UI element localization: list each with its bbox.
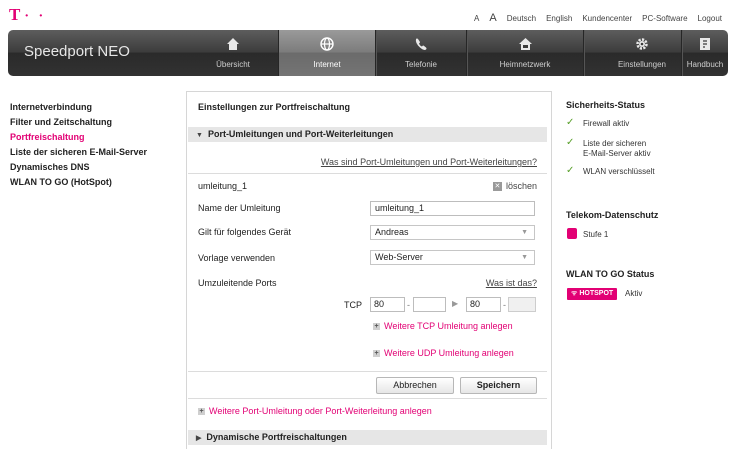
add-more-redirect-link[interactable]: + Weitere Port-Umleitung oder Port-Weiter… [198, 406, 432, 416]
cancel-button[interactable]: Abbrechen [376, 377, 454, 394]
tcp-from-start-input[interactable]: 80 [370, 297, 405, 312]
sidebar-item-filter[interactable]: Filter und Zeitschaltung [10, 115, 180, 130]
home-icon [188, 36, 278, 52]
font-size-large-link[interactable]: A [489, 12, 496, 24]
language-english-link[interactable]: English [546, 14, 572, 23]
house-network-icon [467, 36, 583, 52]
plus-icon: + [373, 322, 380, 330]
mail-status-line2: E-Mail-Server aktiv [583, 149, 651, 158]
privacy-heading: Telekom-Datenschutz [566, 210, 659, 220]
top-bar: T · · A A Deutsch English Kundencenter PC… [0, 0, 734, 28]
sidebar-item-internetverbindung[interactable]: Internetverbindung [10, 100, 180, 115]
privacy-level: Stufe 1 [583, 230, 609, 239]
check-icon: ✓ [566, 117, 575, 128]
language-german-link[interactable]: Deutsch [507, 14, 536, 23]
tcp-to-end-input[interactable] [508, 297, 536, 312]
template-label: Vorlage verwenden [198, 253, 276, 263]
manual-icon [682, 36, 728, 52]
add-udp-redirect-link[interactable]: + Weitere UDP Umleitung anlegen [373, 348, 514, 358]
nav-label: Übersicht [216, 60, 250, 69]
ports-label: Umzuleitende Ports [198, 278, 277, 288]
nav-label: Handbuch [686, 60, 724, 69]
help-port-redirects-link[interactable]: Was sind Port-Umleitungen und Port-Weite… [321, 157, 537, 167]
page-title: Einstellungen zur Portfreischaltung [198, 102, 351, 112]
mail-status-line1: Liste der sicheren [583, 139, 647, 148]
plus-icon: + [198, 407, 205, 415]
arrow-right-icon: ▶ [452, 299, 459, 308]
security-status-heading: Sicherheits-Status [566, 100, 646, 110]
nav-telefonie[interactable]: Telefonie [376, 30, 466, 76]
telekom-logo[interactable]: T · · [9, 6, 46, 25]
product-name: Speedport NEO [24, 43, 130, 60]
plus-icon: + [373, 349, 380, 357]
tcp-label: TCP [344, 300, 362, 310]
sidebar-item-email-server[interactable]: Liste der sicheren E-Mail-Server [10, 145, 180, 160]
nav-label: Heimnetzwerk [499, 60, 551, 69]
delete-entry-button[interactable]: ✕ löschen [492, 181, 537, 191]
tcp-from-end-input[interactable] [413, 297, 446, 312]
nav-heimnetzwerk[interactable]: Heimnetzwerk [467, 30, 583, 76]
device-select[interactable]: Andreas ▼ [370, 225, 535, 240]
nav-label: Einstellungen [617, 60, 667, 69]
save-button[interactable]: Speichern [460, 377, 537, 394]
sidebar: Internetverbindung Filter und Zeitschalt… [10, 100, 180, 190]
section-dynamic-ports[interactable]: ▶ Dynamische Portfreischaltungen [188, 430, 547, 445]
add-tcp-redirect-link[interactable]: + Weitere TCP Umleitung anlegen [373, 321, 513, 331]
gear-icon [603, 36, 681, 52]
check-icon: ✓ [566, 137, 575, 148]
font-size-small-link[interactable]: A [474, 14, 479, 23]
chevron-down-icon: ▼ [521, 229, 528, 236]
template-select[interactable]: Web-Server ▼ [370, 250, 535, 265]
nav-einstellungen[interactable]: Einstellungen [603, 30, 681, 76]
globe-icon [279, 36, 375, 52]
redirect-name-input[interactable]: umleitung_1 [370, 201, 535, 216]
chevron-down-icon: ▼ [521, 254, 528, 261]
hotspot-badge: ᯤ HOTSPOT [567, 288, 618, 300]
firewall-status: Firewall aktiv [583, 119, 630, 128]
phone-icon [376, 36, 466, 52]
redirect-entry-name: umleitung_1 [198, 181, 248, 191]
main-navigation: Speedport NEO Übersicht Internet Telefon… [8, 30, 728, 76]
sidebar-item-portfreischaltung[interactable]: Portfreischaltung [10, 130, 180, 145]
privacy-lock-icon [567, 228, 577, 239]
nav-internet[interactable]: Internet [279, 30, 375, 76]
nav-label: Telefonie [404, 60, 438, 69]
logout-link[interactable]: Logout [698, 14, 722, 23]
pc-software-link[interactable]: PC-Software [642, 14, 687, 23]
nav-label: Internet [313, 60, 341, 69]
hotspot-state: Aktiv [625, 289, 643, 298]
top-utility-nav: A A Deutsch English Kundencenter PC-Soft… [474, 12, 722, 24]
check-icon: ✓ [566, 165, 575, 176]
customer-center-link[interactable]: Kundencenter [582, 14, 632, 23]
ports-help-link[interactable]: Was ist das? [486, 278, 537, 288]
sidebar-item-wlan-to-go[interactable]: WLAN TO GO (HotSpot) [10, 175, 180, 190]
collapse-triangle-icon: ▼ [196, 132, 203, 139]
port-forwarding-panel: Einstellungen zur Portfreischaltung ▼ Por… [186, 91, 552, 449]
delete-x-icon: ✕ [492, 181, 502, 191]
nav-uebersicht[interactable]: Übersicht [188, 30, 278, 76]
nav-handbuch[interactable]: Handbuch [682, 30, 728, 76]
tcp-to-start-input[interactable]: 80 [466, 297, 501, 312]
name-label: Name der Umleitung [198, 203, 281, 213]
sidebar-item-dynamic-dns[interactable]: Dynamisches DNS [10, 160, 180, 175]
expand-triangle-icon: ▶ [196, 435, 202, 442]
device-label: Gilt für folgendes Gerät [198, 227, 292, 237]
wlan-to-go-heading: WLAN TO GO Status [566, 269, 655, 279]
section-port-redirects[interactable]: ▼ Port-Umleitungen und Port-Weiterleitung… [188, 127, 547, 142]
wlan-status: WLAN verschlüsselt [583, 167, 655, 176]
